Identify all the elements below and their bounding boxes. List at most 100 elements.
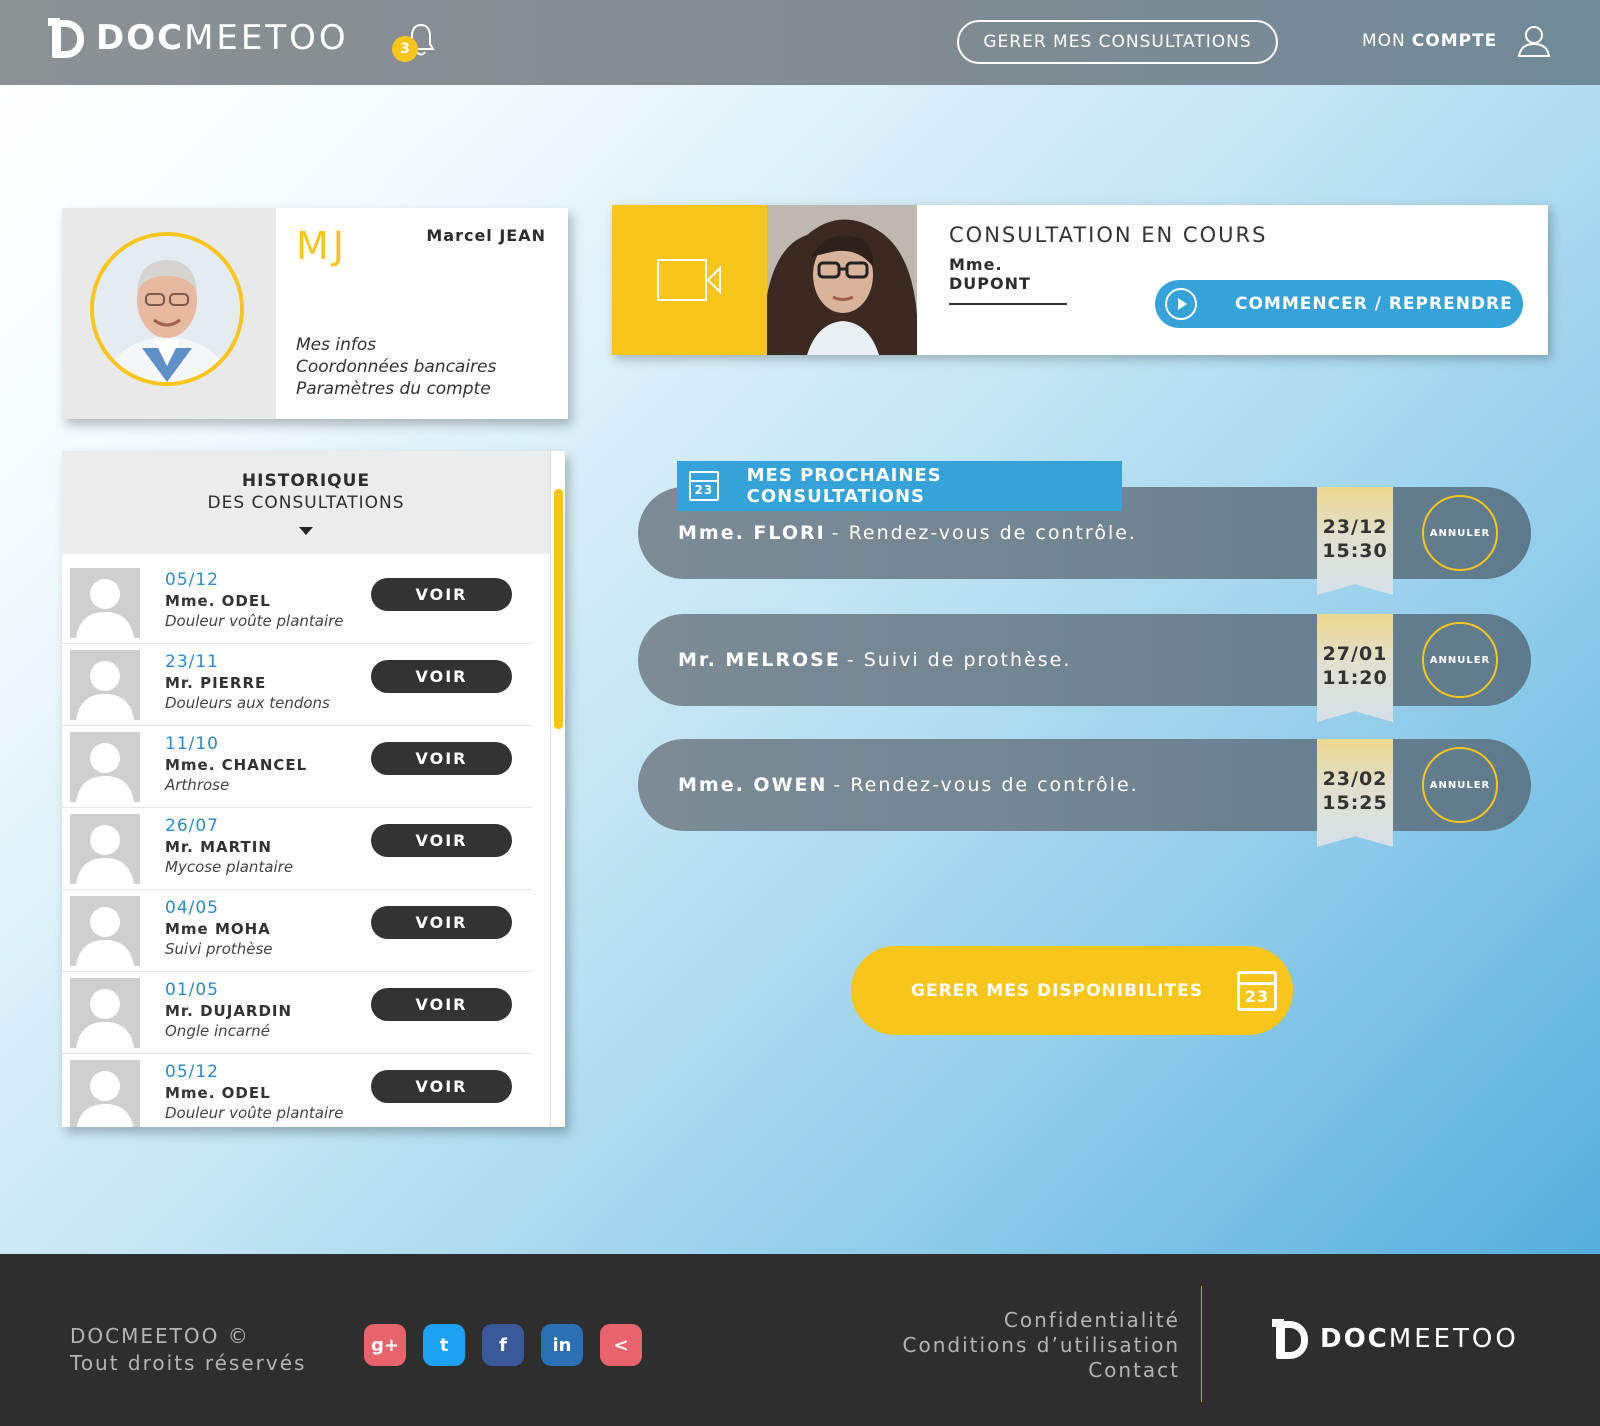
history-patient: Mr. PIERRE [165, 674, 267, 692]
current-consultation-title: CONSULTATION EN COURS [949, 223, 1268, 247]
appointment-reason: - Rendez-vous de contrôle. [833, 774, 1139, 796]
profile-photo-panel [62, 208, 276, 419]
manage-availability-button[interactable]: GERER MES DISPONIBILITES 23 [851, 946, 1293, 1035]
appointment-patient: Mme. FLORI [678, 522, 826, 544]
history-row: 04/05 Mme MOHA Suivi prothèse VOIR [62, 892, 532, 972]
history-reason: Mycose plantaire [165, 858, 294, 876]
history-panel: HISTORIQUE DES CONSULTATIONS 05/12 Mme. O… [62, 451, 565, 1127]
current-patient-name: Mme. DUPONT [949, 255, 1067, 305]
google-plus-icon[interactable]: g+ [364, 1324, 406, 1366]
profile-links: Mes infos Coordonnées bancaires Paramètr… [296, 334, 496, 400]
manage-availability-label: GERER MES DISPONIBILITES [911, 980, 1204, 1001]
link-privacy[interactable]: Confidentialité [903, 1308, 1180, 1333]
account-prefix: MON [1362, 31, 1406, 51]
start-resume-label: COMMENCER / REPRENDRE [1235, 294, 1513, 314]
view-button[interactable]: VOIR [371, 1070, 512, 1103]
view-button[interactable]: VOIR [371, 906, 512, 939]
view-button[interactable]: VOIR [371, 660, 512, 693]
link-my-info[interactable]: Mes infos [296, 334, 496, 356]
start-resume-button[interactable]: COMMENCER / REPRENDRE [1155, 280, 1523, 328]
video-camera-panel[interactable] [612, 205, 767, 355]
scrollbar-thumb[interactable] [554, 489, 563, 729]
history-date: 05/12 [165, 570, 219, 590]
link-bank-details[interactable]: Coordonnées bancaires [296, 356, 496, 378]
history-reason: Ongle incarné [165, 1022, 271, 1040]
user-initials: MJ [296, 224, 348, 268]
history-header[interactable]: HISTORIQUE DES CONSULTATIONS [62, 451, 550, 554]
appointment-date: 23/12 [1322, 516, 1388, 538]
patient-photo [767, 205, 917, 355]
share-icon[interactable]: < [600, 1324, 642, 1366]
appointment-row[interactable]: Mr. MELROSE - Suivi de prothèse. 27/01 11:2… [638, 614, 1531, 722]
history-date: 01/05 [165, 980, 219, 1000]
footer-divider [1201, 1286, 1202, 1402]
view-button[interactable]: VOIR [371, 988, 512, 1021]
linkedin-icon[interactable]: in [541, 1324, 583, 1366]
history-reason: Douleur voûte plantaire [165, 612, 344, 630]
view-button[interactable]: VOIR [371, 824, 512, 857]
logo-mark-icon [1272, 1319, 1308, 1359]
appointment-text: Mr. MELROSE - Suivi de prothèse. [678, 614, 1071, 706]
history-row: 11/10 Mme. CHANCEL Arthrose VOIR [62, 728, 532, 808]
copyright-line2: Tout droits réservés [70, 1351, 307, 1375]
avatar-placeholder [70, 1060, 140, 1127]
history-reason: Arthrose [165, 776, 230, 794]
video-camera-icon [656, 259, 721, 301]
history-row: 01/05 Mr. DUJARDIN Ongle incarné VOIR [62, 974, 532, 1054]
appointment-reason: - Suivi de prothèse. [846, 649, 1072, 671]
history-patient: Mr. MARTIN [165, 838, 272, 856]
history-subtitle: DES CONSULTATIONS [207, 493, 405, 513]
twitter-icon[interactable]: t [423, 1324, 465, 1366]
history-date: 11/10 [165, 734, 219, 754]
top-nav: DOCMEETOO 3 GERER MES CONSULTATIONS MON … [0, 0, 1600, 85]
caret-down-icon[interactable] [299, 527, 313, 535]
user-name: Marcel JEAN [426, 226, 546, 245]
history-row: 05/12 Mme. ODEL Douleur voûte plantaire VOI… [62, 1056, 532, 1127]
history-patient: Mme MOHA [165, 920, 271, 938]
calendar-icon: 23 [1237, 970, 1278, 1011]
history-patient: Mme. ODEL [165, 1084, 271, 1102]
calendar-icon: 23 [689, 471, 719, 501]
avatar-placeholder [70, 896, 140, 966]
history-row: 23/11 Mr. PIERRE Douleurs aux tendons VOIR [62, 646, 532, 726]
footer-logo[interactable]: DOCMEETOO [1272, 1319, 1519, 1359]
link-terms[interactable]: Conditions d’utilisation [903, 1333, 1180, 1358]
avatar-placeholder [70, 650, 140, 720]
user-icon [1518, 26, 1551, 57]
notifications-button[interactable]: 3 [392, 22, 442, 62]
account-menu[interactable]: MON COMPTE [1362, 24, 1551, 58]
appointment-date-ribbon: 23/12 15:30 [1317, 487, 1393, 595]
history-date: 26/07 [165, 816, 219, 836]
upcoming-title-label: MES PROCHAINES CONSULTATIONS [746, 465, 942, 507]
appointment-date: 27/01 [1322, 643, 1388, 665]
cancel-button[interactable]: ANNULER [1422, 495, 1498, 571]
appointment-reason: - Rendez-vous de contrôle. [831, 522, 1137, 544]
history-row: 05/12 Mme. ODEL Douleur voûte plantaire VOI… [62, 564, 532, 644]
current-consultation-card: CONSULTATION EN COURS Mme. DUPONT COMMEN… [612, 205, 1548, 355]
history-patient: Mme. ODEL [165, 592, 271, 610]
history-reason: Douleurs aux tendons [165, 694, 330, 712]
appointment-row[interactable]: Mme. OWEN - Rendez-vous de contrôle. 23/02… [638, 739, 1531, 847]
appointment-time: 11:20 [1322, 667, 1388, 689]
history-scrollbar[interactable] [550, 451, 565, 1127]
manage-consultations-button[interactable]: GERER MES CONSULTATIONS [957, 20, 1278, 64]
footer: DOCMEETOO © Tout droits réservés g+ t f in <… [0, 1254, 1600, 1426]
doctor-avatar [90, 232, 244, 386]
appointment-date-ribbon: 27/01 11:20 [1317, 614, 1393, 722]
link-contact[interactable]: Contact [903, 1358, 1180, 1383]
history-reason: Suivi prothèse [165, 940, 273, 958]
history-patient: Mme. CHANCEL [165, 756, 308, 774]
history-title: HISTORIQUE [241, 471, 371, 491]
avatar-placeholder [70, 732, 140, 802]
appointment-time: 15:30 [1322, 540, 1388, 562]
cancel-button[interactable]: ANNULER [1422, 622, 1498, 698]
cancel-button[interactable]: ANNULER [1422, 747, 1498, 823]
logo[interactable]: DOCMEETOO [48, 18, 349, 58]
logo-text: DOCMEETOO [96, 18, 349, 58]
history-date: 04/05 [165, 898, 219, 918]
view-button[interactable]: VOIR [371, 742, 512, 775]
link-account-settings[interactable]: Paramètres du compte [296, 378, 496, 400]
view-button[interactable]: VOIR [371, 578, 512, 611]
facebook-icon[interactable]: f [482, 1324, 524, 1366]
appointment-time: 15:25 [1322, 792, 1388, 814]
